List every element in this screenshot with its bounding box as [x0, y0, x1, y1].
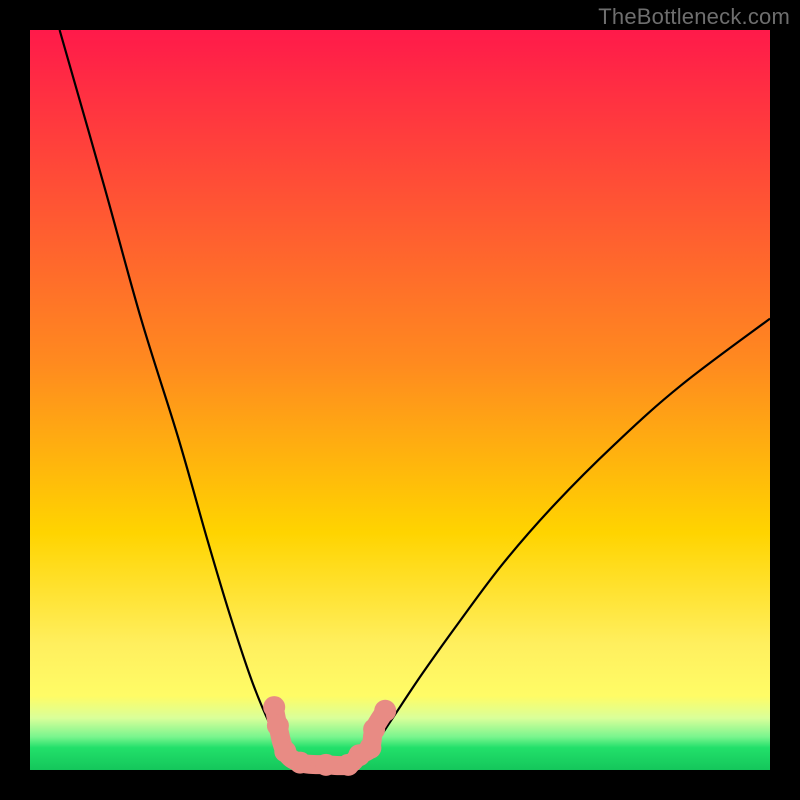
marker-dot — [289, 752, 311, 774]
marker-dot — [374, 700, 396, 722]
marker-dot — [315, 754, 337, 776]
marker-dot — [263, 696, 285, 718]
watermark: TheBottleneck.com — [598, 4, 790, 30]
marker-dot — [359, 737, 381, 759]
marker-dot — [363, 718, 385, 740]
marker-dot — [267, 715, 289, 737]
plot-background — [30, 30, 770, 770]
chart-stage: TheBottleneck.com — [0, 0, 800, 800]
chart-svg — [0, 0, 800, 800]
